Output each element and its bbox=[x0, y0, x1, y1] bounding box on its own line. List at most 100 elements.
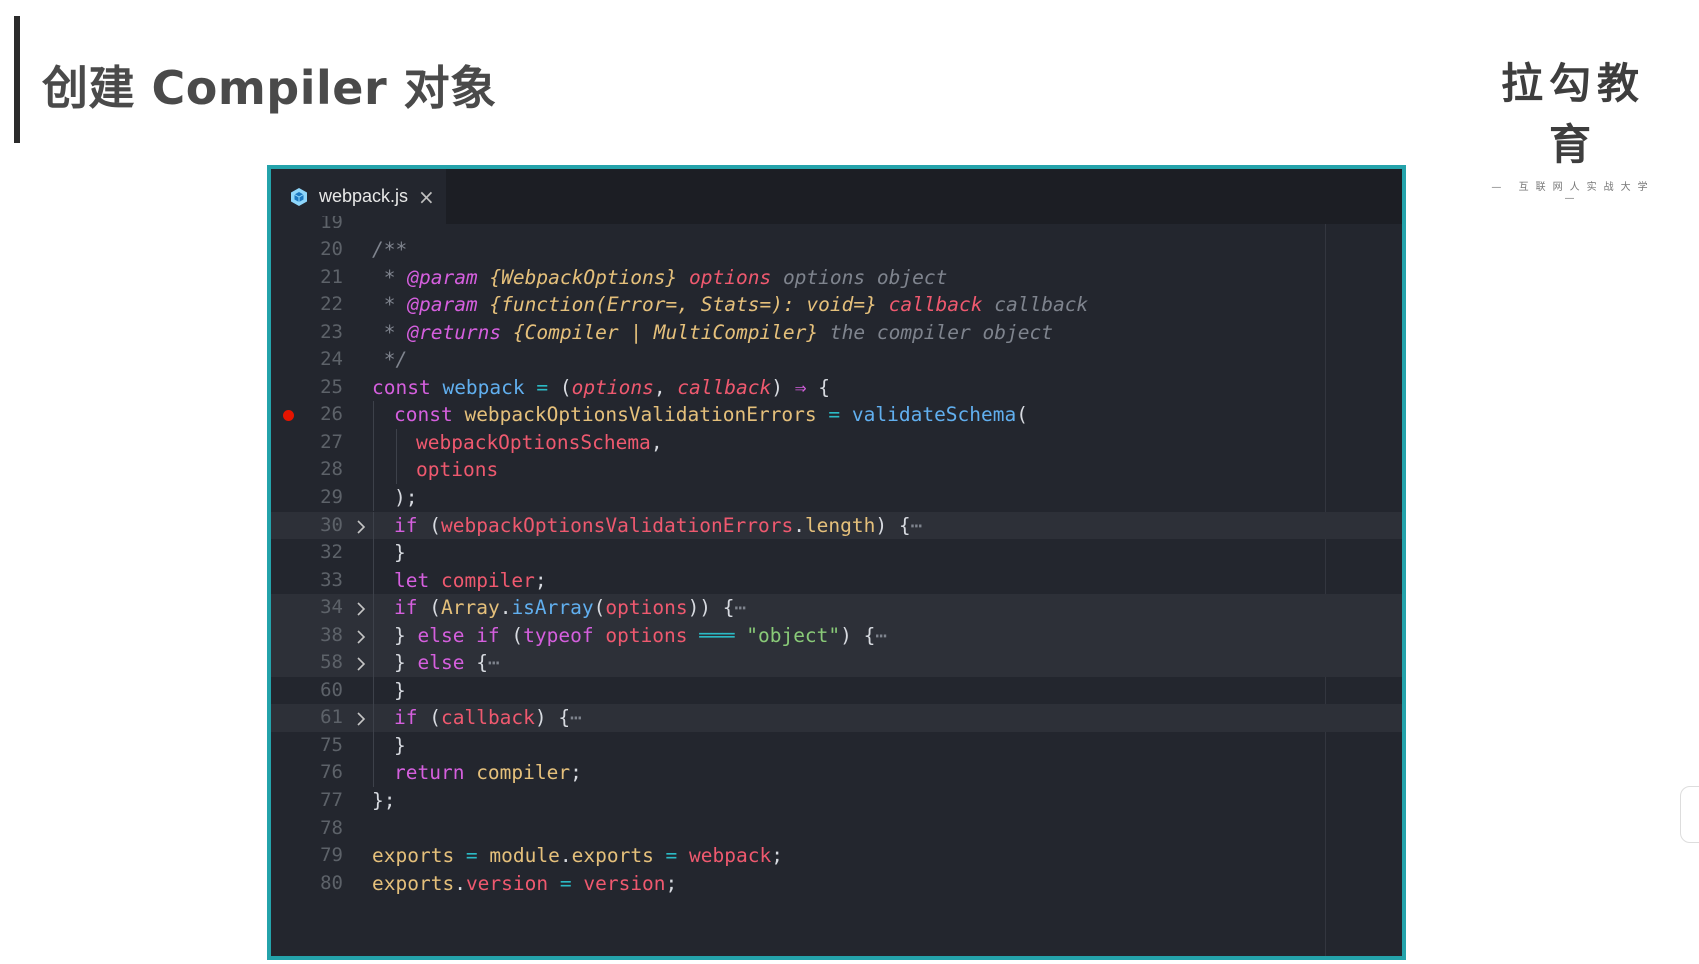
code-token: options bbox=[571, 375, 654, 399]
code-text: const webpack = (options, callback) ⇒ { bbox=[372, 374, 830, 402]
code-token: . bbox=[454, 871, 466, 895]
code-line[interactable]: 38 } else if (typeof options ═══ "object"… bbox=[271, 621, 1402, 650]
code-line[interactable]: 20 /** bbox=[271, 236, 1402, 264]
code-line[interactable]: 29); bbox=[271, 483, 1402, 512]
code-line[interactable]: 78 bbox=[271, 815, 1402, 843]
code-line[interactable]: 26 const webpackOptionsValidationErrors =… bbox=[271, 401, 1402, 429]
code-area[interactable]: 19 20 /** 21 * @param {WebpackOptions} opt… bbox=[271, 216, 1402, 956]
code-token: webpack bbox=[689, 844, 772, 868]
code-text: exports.version = version; bbox=[372, 870, 677, 898]
line-number: 32 bbox=[320, 541, 343, 564]
code-token: ( bbox=[559, 375, 572, 399]
code-token: options bbox=[605, 623, 688, 647]
code-text: } bbox=[394, 677, 406, 705]
indent-guide bbox=[373, 731, 374, 760]
code-token: validateSchema bbox=[851, 403, 1017, 427]
side-handle[interactable] bbox=[1680, 786, 1699, 843]
code-token: /** bbox=[372, 238, 408, 261]
code-line[interactable]: 58} else {⋯ bbox=[271, 649, 1402, 677]
code-line[interactable]: 34 if (Array.isArray(options)) {⋯ bbox=[271, 594, 1402, 622]
line-number: 38 bbox=[320, 623, 343, 646]
line-number: 79 bbox=[320, 844, 343, 867]
code-editor: webpack.js × 19 20 /** 21 * @param {Webpac… bbox=[267, 165, 1406, 960]
indent-guide bbox=[373, 566, 374, 595]
code-token: callback bbox=[440, 706, 535, 730]
code-token: ) bbox=[771, 375, 795, 399]
code-token: = bbox=[548, 871, 584, 895]
code-line[interactable]: 24 */ bbox=[271, 346, 1402, 374]
code-text: exports = module.exports = webpack; bbox=[372, 842, 783, 870]
code-line[interactable]: 32} bbox=[271, 539, 1402, 567]
code-text: if (Array.isArray(options)) {⋯ bbox=[394, 594, 746, 622]
code-token: ⋯ bbox=[910, 513, 923, 537]
code-text: ); bbox=[394, 484, 417, 512]
code-token: exports bbox=[372, 871, 455, 895]
code-token: @param bbox=[407, 265, 478, 289]
code-line[interactable]: 61 if (callback) {⋯ bbox=[271, 704, 1402, 732]
line-number: 75 bbox=[320, 733, 343, 756]
code-line[interactable]: 80 exports.version = version; bbox=[271, 870, 1402, 898]
line-number: 26 bbox=[320, 403, 343, 426]
code-text: }; bbox=[372, 787, 395, 815]
code-text: } else if (typeof options ═══ "object") … bbox=[394, 622, 887, 650]
code-line[interactable]: 21 * @param {WebpackOptions} options opt… bbox=[271, 264, 1402, 292]
line-number: 22 bbox=[320, 293, 343, 316]
code-line[interactable]: 76 return compiler; bbox=[271, 759, 1402, 787]
indent-guide bbox=[373, 704, 374, 732]
partial-line: 19 bbox=[271, 216, 1402, 228]
code-token: version bbox=[465, 871, 549, 895]
indent-guide bbox=[373, 456, 374, 484]
code-line[interactable]: 30 if (webpackOptionsValidationErrors.len… bbox=[271, 511, 1402, 540]
code-line[interactable]: 77}; bbox=[271, 787, 1402, 815]
code-token: } bbox=[394, 733, 406, 757]
line-number: 27 bbox=[320, 430, 343, 453]
code-token: ; bbox=[534, 568, 547, 592]
code-text: * @param {function(Error=, Stats=): void… bbox=[372, 291, 1088, 319]
chevron-right-icon[interactable] bbox=[351, 709, 371, 729]
code-token: {WebpackOptions} bbox=[477, 265, 690, 289]
code-token: if bbox=[394, 706, 430, 730]
code-line[interactable]: 22 * @param {function(Error=, Stats=): v… bbox=[271, 291, 1402, 319]
code-token: */ bbox=[372, 348, 408, 372]
code-token: . bbox=[559, 844, 572, 868]
code-text: let compiler; bbox=[394, 567, 547, 595]
code-token: length bbox=[804, 513, 876, 537]
code-text: } else {⋯ bbox=[394, 649, 500, 677]
code-line[interactable]: 25 const webpack = (options, callback) ⇒ … bbox=[271, 374, 1402, 402]
indent-guide bbox=[373, 621, 374, 650]
code-token: callback bbox=[888, 293, 983, 317]
code-line[interactable]: 28 options bbox=[271, 456, 1402, 484]
chevron-right-icon[interactable] bbox=[351, 599, 371, 619]
code-line[interactable]: 60} bbox=[271, 676, 1402, 705]
line-number: 24 bbox=[320, 348, 343, 371]
code-token: version bbox=[583, 871, 666, 895]
code-token: @returns bbox=[407, 320, 502, 344]
code-token: ( bbox=[429, 513, 441, 537]
code-token: ⇒ bbox=[794, 375, 807, 399]
chevron-right-icon[interactable] bbox=[351, 627, 371, 647]
chevron-right-icon[interactable] bbox=[351, 517, 371, 537]
indent-guide bbox=[373, 759, 374, 787]
line-number: 34 bbox=[320, 596, 343, 619]
code-token: = bbox=[524, 375, 560, 399]
line-number: 78 bbox=[320, 816, 343, 839]
code-line[interactable]: 75} bbox=[271, 731, 1402, 760]
code-token: ) { bbox=[875, 513, 911, 537]
line-number: 20 bbox=[320, 238, 343, 260]
line-number: 33 bbox=[320, 568, 343, 591]
line-number: 23 bbox=[320, 320, 343, 343]
code-line[interactable]: 23 * @returns {Compiler | MultiCompiler}… bbox=[271, 319, 1402, 347]
code-line[interactable]: 27 webpackOptionsSchema, bbox=[271, 428, 1402, 457]
code-text: } bbox=[394, 539, 406, 567]
code-token: . bbox=[793, 513, 805, 537]
close-icon[interactable]: × bbox=[418, 185, 435, 209]
line-number: 28 bbox=[320, 458, 343, 481]
code-token: . bbox=[499, 596, 512, 620]
code-token: ) { bbox=[534, 706, 571, 730]
code-line[interactable]: 79 exports = module.exports = webpack; bbox=[271, 842, 1402, 870]
code-token: ⋯ bbox=[734, 596, 747, 620]
code-token: ( bbox=[429, 706, 441, 730]
code-text: /** bbox=[372, 236, 407, 264]
chevron-right-icon[interactable] bbox=[351, 654, 371, 674]
code-line[interactable]: 33 let compiler; bbox=[271, 566, 1402, 595]
